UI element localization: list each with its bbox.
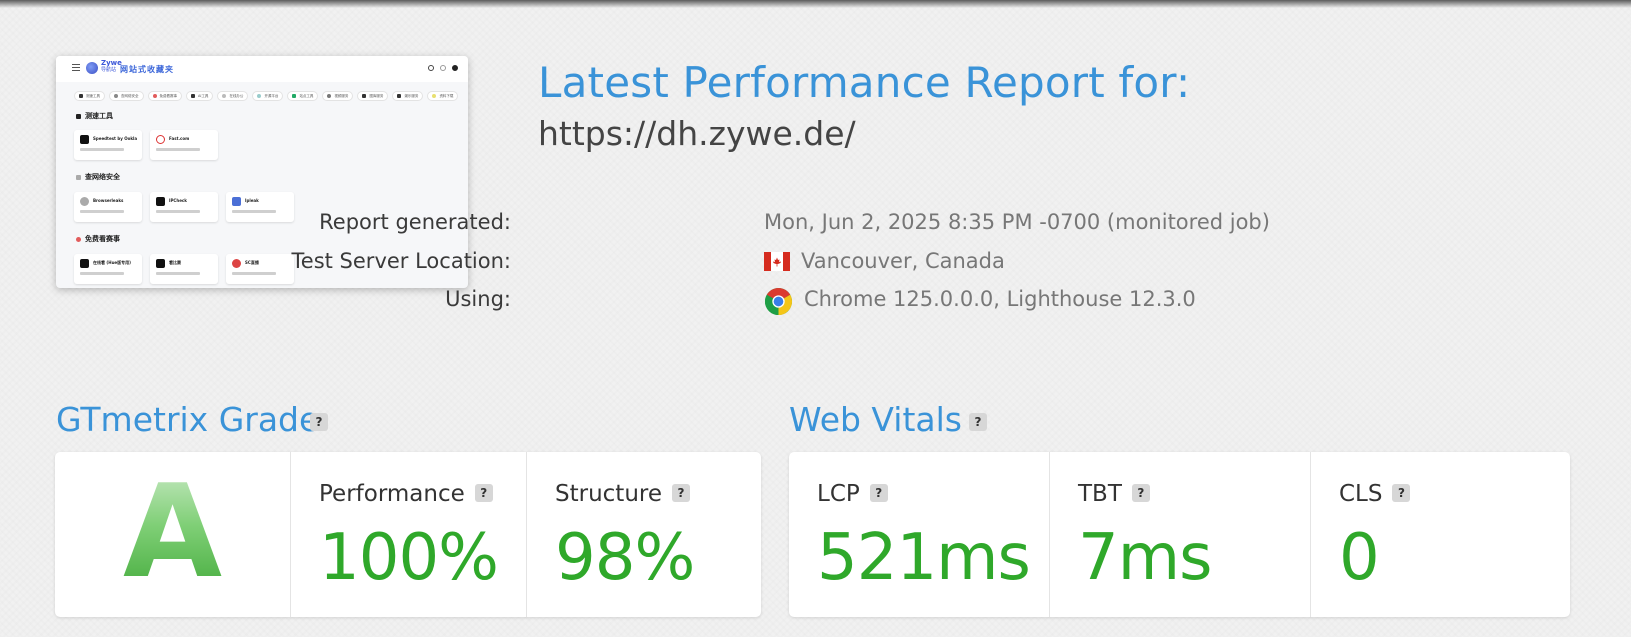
test-server-location-value: Vancouver, Canada	[801, 249, 1005, 273]
thumbnail-brand: Zywe 导航站	[101, 60, 122, 74]
thumbnail-card: Speedtest by Ookla	[74, 130, 142, 160]
brand-top: Zywe	[101, 59, 122, 67]
chip: 娱乐服务	[392, 91, 424, 101]
thumbnail-category-chips: 测速工具 查网络安全 免费看赛事 AI工具 在线办公 开源平台 站点工具 视频服…	[74, 91, 459, 101]
cls-cell: CLS? 0	[1310, 452, 1570, 617]
chip: 开源平台	[252, 91, 284, 101]
meta-row-generated: Report generated: Mon, Jun 2, 2025 8:35 …	[0, 207, 1400, 237]
cls-label-row: CLS?	[1339, 479, 1411, 509]
thumbnail-section-title: 查网络安全	[76, 172, 120, 182]
chip: 测速工具	[74, 91, 105, 101]
lcp-label: LCP	[817, 481, 860, 507]
structure-cell: Structure? 98%	[526, 452, 761, 617]
chip: 资料下载	[427, 91, 459, 101]
lcp-label-row: LCP?	[817, 479, 888, 509]
gtmetrix-grade-help-icon[interactable]: ?	[310, 413, 328, 431]
lcp-help-icon[interactable]: ?	[869, 483, 888, 502]
brand-bottom: 导航站	[101, 67, 117, 73]
site-logo-icon	[86, 62, 98, 74]
gtmetrix-grade-card: A Performance? 100% Structure? 98%	[55, 452, 761, 617]
grade-letter: A	[55, 458, 290, 608]
cls-label: CLS	[1339, 481, 1383, 507]
web-vitals-help-icon[interactable]: ?	[969, 413, 987, 431]
thumbnail-site-title: 网站式收藏夹	[120, 65, 174, 74]
performance-value: 100%	[319, 521, 499, 595]
menu-icon	[72, 64, 80, 71]
lcp-value: 521ms	[817, 521, 1031, 595]
report-generated-label: Report generated:	[319, 210, 511, 234]
tbt-label: TBT	[1078, 481, 1122, 507]
chrome-icon	[764, 287, 793, 316]
canada-flag-icon	[764, 252, 790, 271]
cls-help-icon[interactable]: ?	[1392, 483, 1411, 502]
thumbnail-header: Zywe 导航站 网站式收藏夹	[56, 56, 468, 82]
github-icon	[452, 65, 458, 71]
structure-value: 98%	[555, 521, 695, 595]
grade-cell: A	[55, 452, 290, 617]
tbt-help-icon[interactable]: ?	[1131, 483, 1150, 502]
report-url[interactable]: https://dh.zywe.de/	[538, 111, 856, 157]
tbt-cell: TBT? 7ms	[1049, 452, 1310, 617]
tbt-value: 7ms	[1078, 521, 1212, 595]
chip: 在线办公	[217, 91, 249, 101]
lcp-cell: LCP? 521ms	[789, 452, 1049, 617]
top-shadow	[0, 0, 1631, 8]
using-value: Chrome 125.0.0.0, Lighthouse 12.3.0	[804, 287, 1196, 311]
search-icon	[428, 65, 434, 71]
structure-help-icon[interactable]: ?	[672, 483, 690, 502]
meta-row-location: Test Server Location: Vancouver, Canada	[0, 246, 1400, 276]
meta-row-using: Using: Chrome 125.0.0.0, Lighthouse 12.3…	[0, 284, 1400, 316]
cls-value: 0	[1339, 521, 1380, 595]
gtmetrix-grade-title: GTmetrix Grade	[56, 400, 320, 439]
performance-label-row: Performance?	[319, 479, 493, 509]
performance-help-icon[interactable]: ?	[474, 483, 493, 502]
web-vitals-title: Web Vitals	[789, 400, 962, 439]
structure-label: Structure	[555, 481, 662, 507]
thumbnail-card: Fast.com	[150, 130, 218, 160]
chip: 免费看赛事	[147, 91, 182, 101]
report-generated-value: Mon, Jun 2, 2025 8:35 PM -0700 (monitore…	[764, 210, 1270, 234]
structure-label-row: Structure?	[555, 479, 690, 509]
thumbnail-section-title: 测速工具	[76, 111, 113, 121]
theme-icon	[440, 65, 446, 71]
chip: 图库服务	[357, 91, 389, 101]
tbt-label-row: TBT?	[1078, 479, 1150, 509]
chip: 查网络安全	[109, 91, 144, 101]
performance-label: Performance	[319, 481, 465, 507]
report-title: Latest Performance Report for:	[538, 58, 1191, 107]
test-server-location-label: Test Server Location:	[291, 249, 511, 273]
performance-cell: Performance? 100%	[290, 452, 526, 617]
web-vitals-card: LCP? 521ms TBT? 7ms CLS? 0	[789, 452, 1570, 617]
chip: AI工具	[186, 91, 214, 101]
using-label: Using:	[445, 287, 511, 311]
chip: 视频服务	[322, 91, 354, 101]
chip: 站点工具	[287, 91, 319, 101]
